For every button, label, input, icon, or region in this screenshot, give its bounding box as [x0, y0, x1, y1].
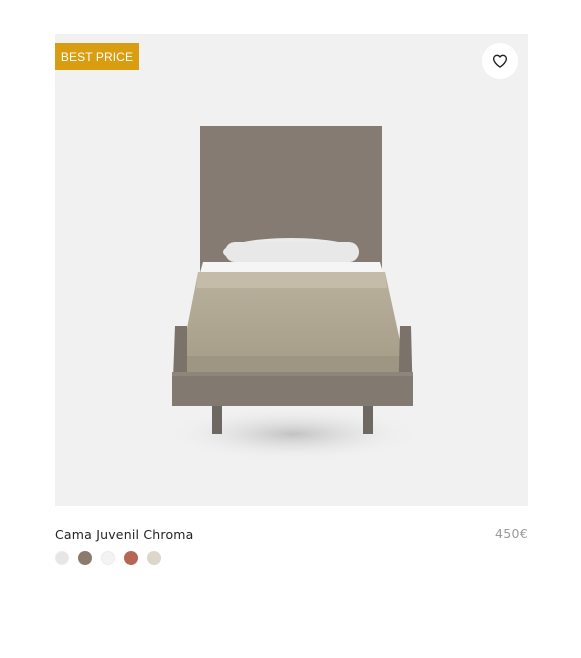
product-price: 450€	[494, 526, 528, 541]
color-swatch[interactable]	[147, 551, 161, 565]
heart-outline-icon	[492, 54, 508, 68]
color-swatches	[55, 551, 161, 565]
color-swatch[interactable]	[124, 551, 138, 565]
product-card[interactable]: BEST PRICE Cama Juvenil Chroma 450€	[55, 34, 528, 566]
product-image-area[interactable]: BEST PRICE	[55, 34, 528, 506]
product-name[interactable]: Cama Juvenil Chroma	[55, 527, 194, 542]
color-swatch[interactable]	[101, 551, 115, 565]
wishlist-button[interactable]	[482, 43, 518, 79]
best-price-badge: BEST PRICE	[55, 43, 139, 70]
color-swatch[interactable]	[78, 551, 92, 565]
color-swatch[interactable]	[55, 551, 69, 565]
product-image[interactable]	[55, 34, 528, 506]
product-info: Cama Juvenil Chroma 450€	[55, 506, 528, 566]
